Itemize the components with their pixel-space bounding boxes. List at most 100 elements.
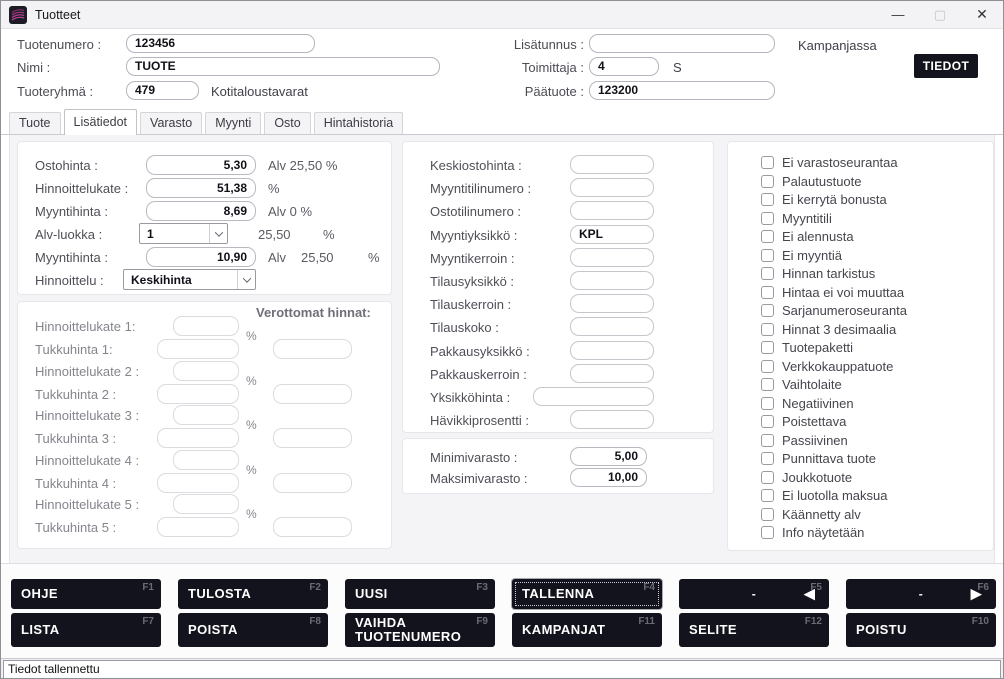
detail-input[interactable]: KPL xyxy=(570,225,654,244)
checkbox-unchecked-icon[interactable] xyxy=(761,249,774,262)
tab-varasto[interactable]: Varasto xyxy=(140,112,202,134)
action-button-kampanjat[interactable]: KAMPANJAT F11 xyxy=(512,613,662,647)
hinnoittelu-select[interactable]: Keskihinta xyxy=(123,269,256,290)
action-button-[interactable]: - F5 ◀ xyxy=(679,579,829,609)
veroton-hinta-input[interactable] xyxy=(273,473,352,493)
ostohinta-row: Ostohinta : 5,30 Alv 25,50 % xyxy=(18,154,391,176)
veroton-hinta-input[interactable] xyxy=(273,517,352,537)
hinnoittelukate-tier-input[interactable] xyxy=(173,361,239,381)
tukkuhinta-input[interactable] xyxy=(157,384,239,404)
detail-input[interactable] xyxy=(570,248,654,267)
checkbox-unchecked-icon[interactable] xyxy=(761,323,774,336)
tukkuhinta-input[interactable] xyxy=(157,428,239,448)
toimittaja-label: Toimittaja : xyxy=(461,60,584,75)
lisatunnus-input[interactable] xyxy=(589,34,775,53)
action-button-tallenna[interactable]: TALLENNA F4 xyxy=(512,579,662,609)
veroton-hinta-input[interactable] xyxy=(273,428,352,448)
checkbox-unchecked-icon[interactable] xyxy=(761,434,774,447)
tab-tuote[interactable]: Tuote xyxy=(9,112,61,134)
minimize-icon[interactable]: — xyxy=(877,1,919,28)
tab-osto[interactable]: Osto xyxy=(264,112,310,134)
action-button-lista[interactable]: LISTA F7 xyxy=(11,613,161,647)
detail-input[interactable] xyxy=(570,364,654,383)
tuotenumero-input[interactable]: 123456 xyxy=(126,34,315,53)
myyntihinta-input[interactable]: 10,90 xyxy=(146,247,256,267)
checkbox-unchecked-icon[interactable] xyxy=(761,230,774,243)
myyntihinta-netto-input[interactable]: 8,69 xyxy=(146,201,256,221)
detail-row-yksikköhinta: Yksikköhinta : xyxy=(403,387,713,408)
hinnoittelukate-input[interactable]: 51,38 xyxy=(146,178,256,198)
detail-input[interactable] xyxy=(570,201,654,220)
checkbox-unchecked-icon[interactable] xyxy=(761,156,774,169)
tukkuhinta-input[interactable] xyxy=(157,473,239,493)
flag-label: Punnittava tuote xyxy=(782,451,876,466)
detail-input[interactable] xyxy=(570,317,654,336)
alv-luokka-pct: % xyxy=(323,227,335,242)
checkbox-unchecked-icon[interactable] xyxy=(761,286,774,299)
titlebar: Tuotteet — ▢ ✕ xyxy=(1,1,1003,29)
checkbox-unchecked-icon[interactable] xyxy=(761,471,774,484)
minimivarasto-input[interactable]: 5,00 xyxy=(570,447,647,466)
hinnoittelukate-tier-input[interactable] xyxy=(173,316,239,336)
myyntihinta-netto-label: Myyntihinta : xyxy=(35,204,108,219)
action-button-vaihda-tuotenumero[interactable]: VAIHDA TUOTENUMERO F9 xyxy=(345,613,495,647)
checkbox-unchecked-icon[interactable] xyxy=(761,360,774,373)
checkbox-unchecked-icon[interactable] xyxy=(761,304,774,317)
close-icon[interactable]: ✕ xyxy=(961,1,1003,28)
checkbox-unchecked-icon[interactable] xyxy=(761,526,774,539)
detail-row-pakkauskerroin: Pakkauskerroin : xyxy=(403,364,713,385)
tukkuhinta-input[interactable] xyxy=(157,339,239,359)
alv-luokka-select[interactable]: 1 xyxy=(139,223,228,244)
flag-label: Myyntitili xyxy=(782,211,832,226)
detail-input[interactable] xyxy=(570,271,654,290)
maximize-icon[interactable]: ▢ xyxy=(919,1,961,28)
detail-input[interactable] xyxy=(570,294,654,313)
detail-label: Tilauskerroin : xyxy=(430,297,511,312)
action-button-poistu[interactable]: POISTU F10 xyxy=(846,613,996,647)
hinnoittelukate-tier-input[interactable] xyxy=(173,494,239,514)
checkbox-unchecked-icon[interactable] xyxy=(761,452,774,465)
toimittaja-input[interactable]: 4 xyxy=(589,57,659,76)
checkbox-unchecked-icon[interactable] xyxy=(761,212,774,225)
maksimivarasto-input[interactable]: 10,00 xyxy=(570,468,647,487)
checkbox-unchecked-icon[interactable] xyxy=(761,397,774,410)
nimi-input[interactable]: TUOTE xyxy=(126,57,440,76)
veroton-hinta-input[interactable] xyxy=(273,339,352,359)
action-button-ohje[interactable]: OHJE F1 xyxy=(11,579,161,609)
detail-label: Keskiostohinta : xyxy=(430,158,522,173)
checkbox-unchecked-icon[interactable] xyxy=(761,267,774,280)
tukkuhinta-input[interactable] xyxy=(157,517,239,537)
detail-input[interactable] xyxy=(570,155,654,174)
detail-input[interactable] xyxy=(570,178,654,197)
hinnoittelu-label: Hinnoittelu : xyxy=(35,273,104,288)
fkey-label: F1 xyxy=(142,582,154,593)
hinnoittelukate-tier-label: Hinnoittelukate 3 : xyxy=(35,408,139,423)
detail-input[interactable] xyxy=(570,410,654,429)
checkbox-unchecked-icon[interactable] xyxy=(761,378,774,391)
checkbox-unchecked-icon[interactable] xyxy=(761,175,774,188)
checkbox-unchecked-icon[interactable] xyxy=(761,415,774,428)
veroton-hinta-input[interactable] xyxy=(273,384,352,404)
hinnoittelukate-tier-input[interactable] xyxy=(173,405,239,425)
hinnoittelukate-tier-input[interactable] xyxy=(173,450,239,470)
detail-input[interactable] xyxy=(533,387,654,406)
detail-input[interactable] xyxy=(570,341,654,360)
tab-lisätiedot[interactable]: Lisätiedot xyxy=(64,109,138,135)
tiedot-button[interactable]: TIEDOT xyxy=(914,54,978,78)
checkbox-unchecked-icon[interactable] xyxy=(761,508,774,521)
tuoteryhma-input[interactable]: 479 xyxy=(126,81,199,100)
ostohinta-input[interactable]: 5,30 xyxy=(146,155,256,175)
checkbox-unchecked-icon[interactable] xyxy=(761,341,774,354)
checkbox-unchecked-icon[interactable] xyxy=(761,489,774,502)
paatuote-input[interactable]: 123200 xyxy=(589,81,775,100)
action-button-tulosta[interactable]: TULOSTA F2 xyxy=(178,579,328,609)
checkbox-unchecked-icon[interactable] xyxy=(761,193,774,206)
action-button-uusi[interactable]: UUSI F3 xyxy=(345,579,495,609)
action-button-[interactable]: - F6 ▶ xyxy=(846,579,996,609)
detail-row-keskiostohinta: Keskiostohinta : xyxy=(403,155,713,176)
action-button-poista[interactable]: POISTA F8 xyxy=(178,613,328,647)
tab-myynti[interactable]: Myynti xyxy=(205,112,261,134)
action-button-selite[interactable]: SELITE F12 xyxy=(679,613,829,647)
action-bar: OHJE F1 TULOSTA F2 UUSI F3 TALLE xyxy=(1,563,1003,658)
tab-hintahistoria[interactable]: Hintahistoria xyxy=(314,112,403,134)
